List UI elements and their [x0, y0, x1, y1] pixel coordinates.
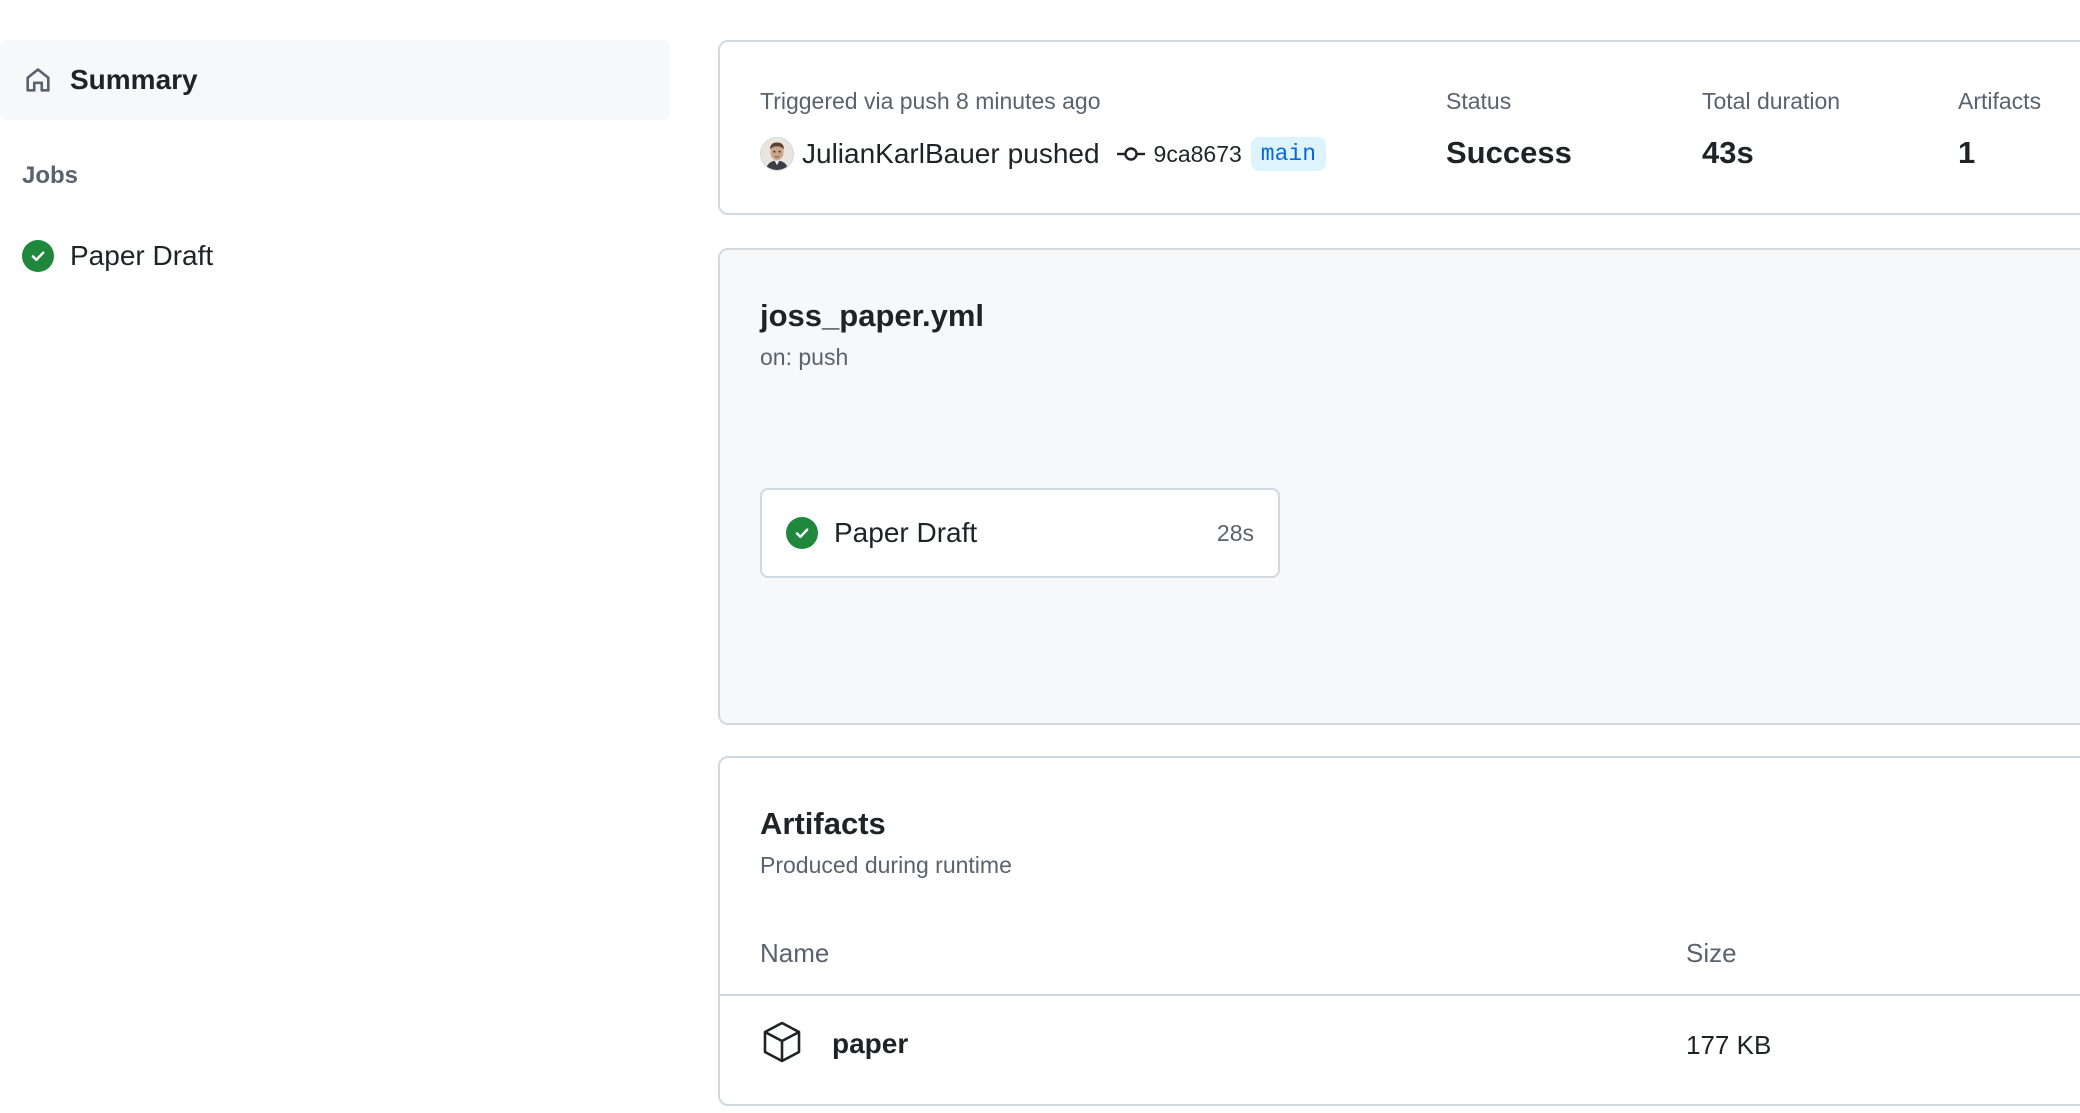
pusher-link[interactable]: JulianKarlBauer: [802, 138, 1000, 170]
sidebar: Summary Jobs Paper Draft: [0, 0, 672, 1113]
sidebar-item-summary[interactable]: Summary: [0, 40, 670, 120]
artifacts-card: Artifacts Produced during runtime Name S…: [718, 756, 2080, 1106]
success-check-icon: [22, 240, 54, 272]
workflow-run-page: Summary Jobs Paper Draft Triggered via p…: [0, 0, 2080, 1113]
commit-sha-link[interactable]: 9ca8673: [1154, 141, 1242, 168]
column-header-size: Size: [1686, 938, 1737, 968]
jobs-heading: Jobs: [22, 162, 79, 189]
run-summary-card: Triggered via push 8 minutes ago JulianK…: [718, 40, 2080, 215]
avatar[interactable]: [760, 137, 794, 171]
status-value: Success: [1446, 135, 1572, 170]
workflow-file-name[interactable]: joss_paper.yml: [760, 298, 984, 334]
artifacts-subtitle: Produced during runtime: [760, 852, 1012, 878]
artifacts-count-label: Artifacts: [1958, 88, 2042, 114]
duration-label: Total duration: [1702, 88, 1841, 114]
artifacts-count-value: 1: [1958, 135, 1976, 170]
artifact-name-link[interactable]: paper: [832, 1028, 908, 1060]
job-node-name: Paper Draft: [834, 517, 978, 548]
home-icon: [22, 64, 54, 96]
status-stat: Status Success: [1446, 88, 1572, 171]
success-check-icon: [786, 517, 818, 549]
artifact-size: 177 KB: [1686, 1030, 1772, 1060]
action-text: pushed: [1007, 138, 1100, 169]
sidebar-item-label: Paper Draft: [70, 240, 214, 271]
push-info: JulianKarlBauer pushed 9ca8673 main: [760, 134, 1327, 174]
sidebar-item-paper-draft[interactable]: Paper Draft: [0, 226, 670, 286]
duration-stat: Total duration 43s: [1702, 88, 1840, 171]
job-node-duration: 28s: [1216, 519, 1254, 546]
status-label: Status: [1446, 88, 1512, 114]
job-node-paper-draft[interactable]: Paper Draft 28s: [760, 488, 1280, 578]
git-commit-icon: [1116, 142, 1146, 166]
workflow-trigger: on: push: [760, 344, 849, 370]
duration-value: 43s: [1702, 135, 1754, 170]
trigger-text: Triggered via push 8 minutes ago: [760, 88, 1101, 114]
package-icon: [760, 1020, 804, 1064]
branch-badge[interactable]: main: [1250, 137, 1327, 171]
table-row: paper 177 KB: [720, 996, 2080, 1096]
sidebar-item-label: Summary: [70, 64, 198, 95]
column-header-name: Name: [760, 938, 830, 968]
artifacts-stat: Artifacts 1: [1958, 88, 2041, 171]
artifacts-title: Artifacts: [760, 806, 886, 841]
workflow-graph-card: joss_paper.yml on: push Paper Draft 28s: [718, 248, 2080, 725]
